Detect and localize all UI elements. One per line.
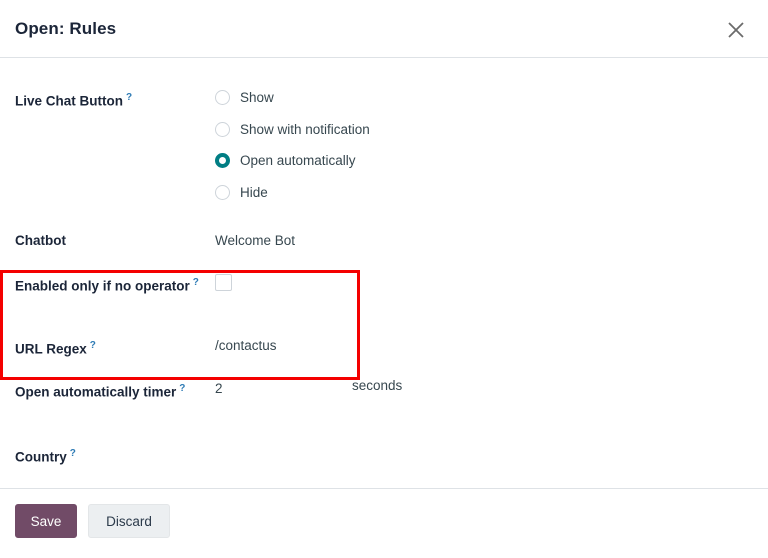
- value-url-regex[interactable]: /contactus: [215, 335, 277, 356]
- help-icon-url-regex[interactable]: ?: [90, 340, 96, 351]
- label-country-text: Country: [15, 449, 67, 465]
- rules-dialog: Open: Rules Live Chat Button? Show Show …: [0, 0, 768, 558]
- value-open-automatically-timer[interactable]: 2: [215, 378, 223, 399]
- page-title: Open: Rules: [15, 19, 117, 38]
- radio-option-hide[interactable]: Hide: [215, 182, 268, 203]
- radio-option-open-automatically[interactable]: Open automatically: [215, 150, 356, 171]
- save-button[interactable]: Save: [15, 504, 77, 538]
- label-url-regex: URL Regex?: [15, 335, 205, 360]
- radio-circle-show-with-notification[interactable]: [215, 122, 230, 137]
- dialog-footer: Save Discard: [0, 488, 768, 558]
- help-icon-open-automatically-timer[interactable]: ?: [179, 383, 185, 394]
- radio-label-show-with-notification: Show with notification: [240, 122, 370, 137]
- label-country: Country?: [15, 443, 205, 468]
- label-url-regex-text: URL Regex: [15, 341, 87, 357]
- dialog-body: Live Chat Button? Show Show with notific…: [0, 58, 768, 488]
- label-open-automatically-timer-text: Open automatically timer: [15, 384, 177, 400]
- radio-circle-open-automatically[interactable]: [215, 153, 230, 168]
- help-icon-country[interactable]: ?: [70, 448, 76, 459]
- close-icon[interactable]: [720, 14, 752, 46]
- label-chatbot: Chatbot: [15, 233, 66, 248]
- checkbox-enabled-only-if-no-operator[interactable]: [215, 274, 232, 291]
- label-open-automatically-timer: Open automatically timer?: [15, 378, 205, 403]
- discard-button[interactable]: Discard: [88, 504, 170, 538]
- unit-label-seconds: seconds: [352, 378, 403, 393]
- label-live-chat-button: Live Chat Button?: [15, 87, 205, 112]
- help-icon-enabled-only-if-no-operator[interactable]: ?: [193, 277, 199, 288]
- radio-option-show-with-notification[interactable]: Show with notification: [215, 119, 370, 140]
- radio-label-open-automatically: Open automatically: [240, 153, 356, 168]
- radio-label-hide: Hide: [240, 185, 268, 200]
- value-chatbot[interactable]: Welcome Bot: [215, 230, 295, 251]
- radio-circle-show[interactable]: [215, 90, 230, 105]
- radio-label-show: Show: [240, 90, 274, 105]
- radio-circle-hide[interactable]: [215, 185, 230, 200]
- label-enabled-only-if-no-operator-text: Enabled only if no operator: [15, 278, 190, 294]
- help-icon-live-chat-button[interactable]: ?: [126, 92, 132, 103]
- dialog-header: Open: Rules: [0, 0, 768, 58]
- label-enabled-only-if-no-operator: Enabled only if no operator?: [15, 272, 205, 297]
- radio-option-show[interactable]: Show: [215, 87, 274, 108]
- label-live-chat-button-text: Live Chat Button: [15, 93, 123, 109]
